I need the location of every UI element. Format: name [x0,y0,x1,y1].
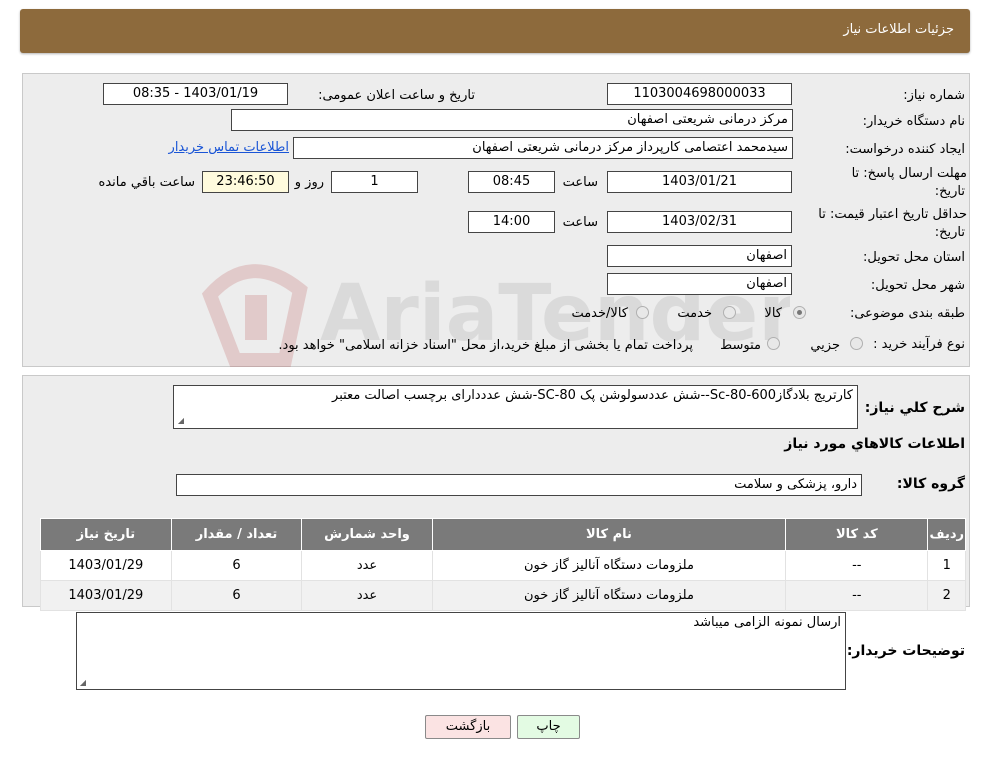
announce-field: 1403/01/19 - 08:35 [103,83,288,105]
cell-name: ملزومات دستگاه آنالیز گاز خون [431,550,787,581]
items-table: رديف کد کالا نام کالا واحد شمارش تعداد /… [40,518,966,611]
goods-group-label: گروه کالا: [896,476,965,492]
description-textarea[interactable]: کارتریج بلادگاز600-80-Sc--شش عددسولوشن پ… [173,385,858,429]
city-field: اصفهان [607,273,792,295]
validity-time-field: 14:00 [468,211,555,233]
buyer-notes-label: توضیحات خریدار: [846,643,965,659]
process-note: پرداخت تمام یا بخشی از مبلغ خرید،از محل … [278,338,693,353]
validity-label-1: حداقل تاریخ اعتبار قیمت: تا [818,207,967,222]
deadline-label-2: تاریخ: [934,184,965,199]
category-radio-service[interactable] [723,306,736,319]
announce-label: تاریخ و ساعت اعلان عمومی: [318,88,475,103]
buyer-org-field: مرکز درمانی شریعتی اصفهان [231,109,793,131]
remaining-label: ساعت باقي مانده [98,175,195,190]
days-field: 1 [331,171,418,193]
cell-date: 1403/01/29 [40,550,172,581]
validity-label-2: تاریخ: [934,225,965,240]
process-radio-minor[interactable] [850,337,863,350]
page-title: جزئیات اطلاعات نیاز [843,22,954,37]
need-number-field: 1103004698000033 [607,83,792,105]
print-button[interactable]: چاپ [517,715,580,739]
buyer-contact-link[interactable]: اطلاعات تماس خریدار [169,140,289,155]
category-option-goods-service: کالا/خدمت [571,306,628,321]
category-radio-goods[interactable] [793,306,806,319]
goods-info-title: اطلاعات کالاهاي مورد نياز [784,436,965,452]
category-option-goods: کالا [764,306,782,321]
description-label: شرح کلي نياز: [864,400,965,416]
cell-row: 2 [927,580,966,611]
remaining-time-field: 23:46:50 [202,171,289,193]
process-label: نوع فرآیند خرید : [873,337,965,352]
col-date: تاريخ نياز [40,518,172,551]
table-row: 2 -- ملزومات دستگاه آنالیز گاز خون عدد 6… [40,580,966,611]
page-header: جزئیات اطلاعات نیاز [20,9,970,53]
category-option-service: خدمت [677,306,712,321]
cell-unit: عدد [301,550,433,581]
buyer-org-label: نام دستگاه خریدار: [862,114,965,129]
cell-qty: 6 [170,550,303,581]
cell-code: -- [785,580,929,611]
deadline-date-field: 1403/01/21 [607,171,792,193]
buyer-notes-textarea[interactable]: ارسال نمونه الزامی میباشد [76,612,846,690]
deadline-label-1: مهلت ارسال پاسخ: تا [851,166,967,181]
notes-resize-grip-icon[interactable]: ◢ [78,679,86,687]
table-row: 1 -- ملزومات دستگاه آنالیز گاز خون عدد 6… [40,550,966,581]
deadline-time-label: ساعت [562,175,598,190]
col-code: کد کالا [785,518,929,551]
col-qty: تعداد / مقدار [170,518,303,551]
cell-qty: 6 [170,580,303,611]
category-radio-goods-service[interactable] [636,306,649,319]
province-field: اصفهان [607,245,792,267]
process-option-medium: متوسط [720,338,761,353]
category-label: طبقه بندی موضوعی: [849,306,965,321]
cell-name: ملزومات دستگاه آنالیز گاز خون [431,580,787,611]
deadline-time-field: 08:45 [468,171,555,193]
back-button[interactable]: بازگشت [425,715,511,739]
col-unit: واحد شمارش [301,518,433,551]
days-label: روز و [294,175,324,190]
cell-code: -- [785,550,929,581]
process-radio-medium[interactable] [767,337,780,350]
validity-time-label: ساعت [562,215,598,230]
validity-date-field: 1403/02/31 [607,211,792,233]
province-label: استان محل تحویل: [863,250,965,265]
need-number-label: شماره نیاز: [903,88,965,103]
process-option-minor: جزیي [810,338,840,353]
cell-unit: عدد [301,580,433,611]
resize-grip-icon[interactable]: ◢ [176,417,184,425]
city-label: شهر محل تحویل: [870,278,965,293]
creator-field: سیدمحمد اعتصامی کارپرداز مرکز درمانی شری… [293,137,793,159]
col-name: نام کالا [431,518,787,551]
goods-group-field: دارو، پزشکی و سلامت [176,474,862,496]
creator-label: ایجاد کننده درخواست: [845,142,965,157]
cell-date: 1403/01/29 [40,580,172,611]
col-row: رديف [927,518,966,551]
cell-row: 1 [927,550,966,581]
